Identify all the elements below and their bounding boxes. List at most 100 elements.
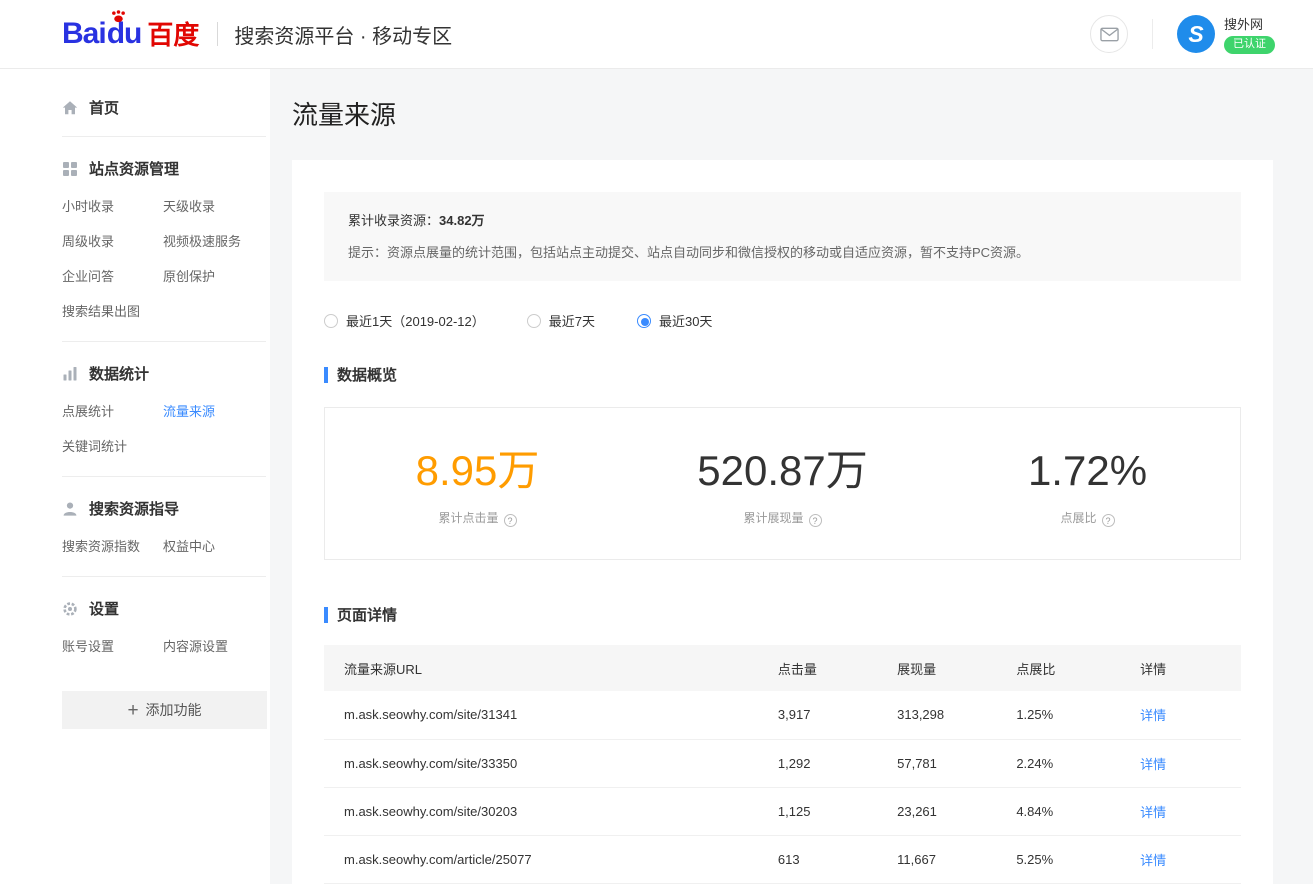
sidebar-item-account-settings[interactable]: 账号设置 — [62, 636, 114, 655]
radio-last-7-days[interactable]: 最近7天 — [527, 311, 595, 330]
paw-icon — [111, 10, 126, 23]
sidebar-divider — [62, 576, 266, 577]
summary-hint: 提示：资源点展量的统计范围，包括站点主动提交、站点自动同步和微信授权的移动或自适… — [348, 243, 1217, 263]
col-header-url: 流量来源URL — [324, 645, 778, 691]
stat-total-impressions: 520.87万 累计展现量 — [630, 450, 935, 527]
table-row: m.ask.seowhy.com/site/33350 1,292 57,781… — [324, 739, 1241, 787]
sidebar-section-title: 搜索资源指导 — [89, 498, 179, 519]
sidebar-links-site-management: 小时收录 天级收录 周级收录 视频极速服务 企业问答 原创保护 搜索结果出图 — [62, 196, 266, 320]
cell-ratio: 5.25% — [1016, 835, 1140, 883]
sites-icon — [62, 161, 78, 177]
cell-clicks: 1,125 — [778, 787, 897, 835]
sidebar-item-home[interactable]: 首页 — [62, 93, 266, 136]
sidebar-item-search-result-image[interactable]: 搜索结果出图 — [62, 301, 140, 320]
cell-url: m.ask.seowhy.com/site/30203 — [324, 787, 778, 835]
chart-icon — [62, 366, 78, 382]
verified-badge: 已认证 — [1224, 36, 1275, 53]
sidebar-item-hourly-inclusion[interactable]: 小时收录 — [62, 196, 114, 215]
baidu-logo[interactable]: Bai du 百度 — [62, 19, 199, 49]
radio-icon-checked — [637, 314, 651, 328]
plus-icon — [127, 701, 138, 720]
radio-icon — [527, 314, 541, 328]
col-header-clicks: 点击量 — [778, 645, 897, 691]
sidebar-item-original-protection[interactable]: 原创保护 — [163, 266, 215, 285]
mail-icon — [1100, 27, 1119, 42]
traffic-source-card: 累计收录资源：34.82万 提示：资源点展量的统计范围，包括站点主动提交、站点自… — [292, 160, 1273, 884]
radio-last-1-day[interactable]: 最近1天（2019-02-12） — [324, 311, 485, 330]
cell-clicks: 613 — [778, 835, 897, 883]
cell-url: m.ask.seowhy.com/site/531 — [324, 883, 778, 884]
top-header: Bai du 百度 搜索资源平台 · 移动专区 S 搜外网 — [0, 0, 1313, 69]
sidebar-section-title: 数据统计 — [89, 363, 149, 384]
sidebar-links-resource-guidance: 搜索资源指数 权益中心 — [62, 536, 266, 555]
help-icon[interactable] — [1102, 514, 1115, 527]
sidebar-item-content-source-settings[interactable]: 内容源设置 — [163, 636, 228, 655]
sidebar-item-weekly-inclusion[interactable]: 周级收录 — [62, 231, 114, 250]
cell-ratio: 2.24% — [1016, 739, 1140, 787]
stat-label-impressions: 累计展现量 — [630, 509, 935, 527]
sidebar-item-enterprise-qa[interactable]: 企业问答 — [62, 266, 114, 285]
cell-clicks: 585 — [778, 883, 897, 884]
detail-link[interactable]: 详情 — [1140, 708, 1166, 723]
page-detail-table: 流量来源URL 点击量 展现量 点展比 详情 m.ask.seowhy.com/… — [324, 645, 1241, 884]
help-icon[interactable] — [504, 514, 517, 527]
platform-title: 搜索资源平台 · 移动专区 — [234, 20, 452, 49]
cell-url: m.ask.seowhy.com/article/25077 — [324, 835, 778, 883]
sidebar-section-settings: 设置 — [62, 598, 266, 619]
sidebar-links-data-statistics: 点展统计 流量来源 关键词统计 — [62, 401, 266, 455]
page-title: 流量来源 — [292, 95, 1273, 132]
sidebar: 首页 站点资源管理 小时收录 天级收录 周级收录 视频极速服务 企业问答 原创保… — [0, 69, 270, 884]
cell-impressions: 11,667 — [897, 835, 1016, 883]
sidebar-divider — [62, 341, 266, 342]
sidebar-item-rights-center[interactable]: 权益中心 — [163, 536, 215, 555]
col-header-detail: 详情 — [1140, 645, 1241, 691]
radio-last-30-days[interactable]: 最近30天 — [637, 311, 712, 330]
section-title-data-overview: 数据概览 — [324, 364, 1241, 385]
sidebar-item-daily-inclusion[interactable]: 天级收录 — [163, 196, 215, 215]
sidebar-section-resource-guidance: 搜索资源指导 — [62, 498, 266, 519]
radio-icon — [324, 314, 338, 328]
header-divider-2 — [1152, 19, 1153, 49]
cell-impressions: 2,375 — [897, 883, 1016, 884]
date-range-filters: 最近1天（2019-02-12） 最近7天 最近30天 — [324, 311, 1241, 330]
site-logo-letter: S — [1188, 21, 1203, 48]
sidebar-links-settings: 账号设置 内容源设置 — [62, 636, 266, 655]
summary-value: 34.82万 — [439, 213, 485, 228]
add-feature-label: 添加功能 — [146, 700, 202, 720]
main-content: 流量来源 累计收录资源：34.82万 提示：资源点展量的统计范围，包括站点主动提… — [270, 69, 1313, 884]
detail-link[interactable]: 详情 — [1140, 853, 1166, 868]
home-icon — [62, 100, 78, 116]
table-row: m.ask.seowhy.com/article/25077 613 11,66… — [324, 835, 1241, 883]
help-icon[interactable] — [809, 514, 822, 527]
account-text: 搜外网 已认证 — [1224, 14, 1275, 53]
summary-label: 累计收录资源： — [348, 213, 439, 228]
col-header-impressions: 展现量 — [897, 645, 1016, 691]
overview-stats: 8.95万 累计点击量 520.87万 累计展现量 1.72% 点展比 — [324, 407, 1241, 560]
radio-label: 最近7天 — [549, 311, 595, 330]
section-title-page-detail: 页面详情 — [324, 604, 1241, 625]
sidebar-item-resource-index[interactable]: 搜索资源指数 — [62, 536, 140, 555]
detail-link[interactable]: 详情 — [1140, 805, 1166, 820]
sidebar-item-click-impression-stats[interactable]: 点展统计 — [62, 401, 114, 420]
logo-text-bai: Bai — [62, 19, 106, 49]
table-row: m.ask.seowhy.com/site/31341 3,917 313,29… — [324, 691, 1241, 739]
stat-ctr: 1.72% 点展比 — [935, 450, 1240, 527]
cell-ratio: 4.84% — [1016, 787, 1140, 835]
table-header-row: 流量来源URL 点击量 展现量 点展比 详情 — [324, 645, 1241, 691]
cell-url: m.ask.seowhy.com/site/31341 — [324, 691, 778, 739]
sidebar-section-title: 设置 — [89, 598, 119, 619]
cell-clicks: 3,917 — [778, 691, 897, 739]
account-info[interactable]: S 搜外网 已认证 — [1177, 14, 1275, 53]
table-row: m.ask.seowhy.com/site/30203 1,125 23,261… — [324, 787, 1241, 835]
sidebar-section-title: 站点资源管理 — [89, 158, 179, 179]
add-feature-button[interactable]: 添加功能 — [62, 691, 267, 729]
detail-link[interactable]: 详情 — [1140, 757, 1166, 772]
messages-button[interactable] — [1090, 15, 1128, 53]
radio-label: 最近1天（2019-02-12） — [346, 311, 485, 330]
sidebar-item-traffic-source[interactable]: 流量来源 — [163, 401, 215, 420]
stat-label-ctr: 点展比 — [935, 509, 1240, 527]
sidebar-item-video-speed-service[interactable]: 视频极速服务 — [163, 231, 241, 250]
sidebar-home-label: 首页 — [89, 97, 119, 118]
stat-label-clicks: 累计点击量 — [325, 509, 630, 527]
sidebar-item-keyword-stats[interactable]: 关键词统计 — [62, 436, 127, 455]
